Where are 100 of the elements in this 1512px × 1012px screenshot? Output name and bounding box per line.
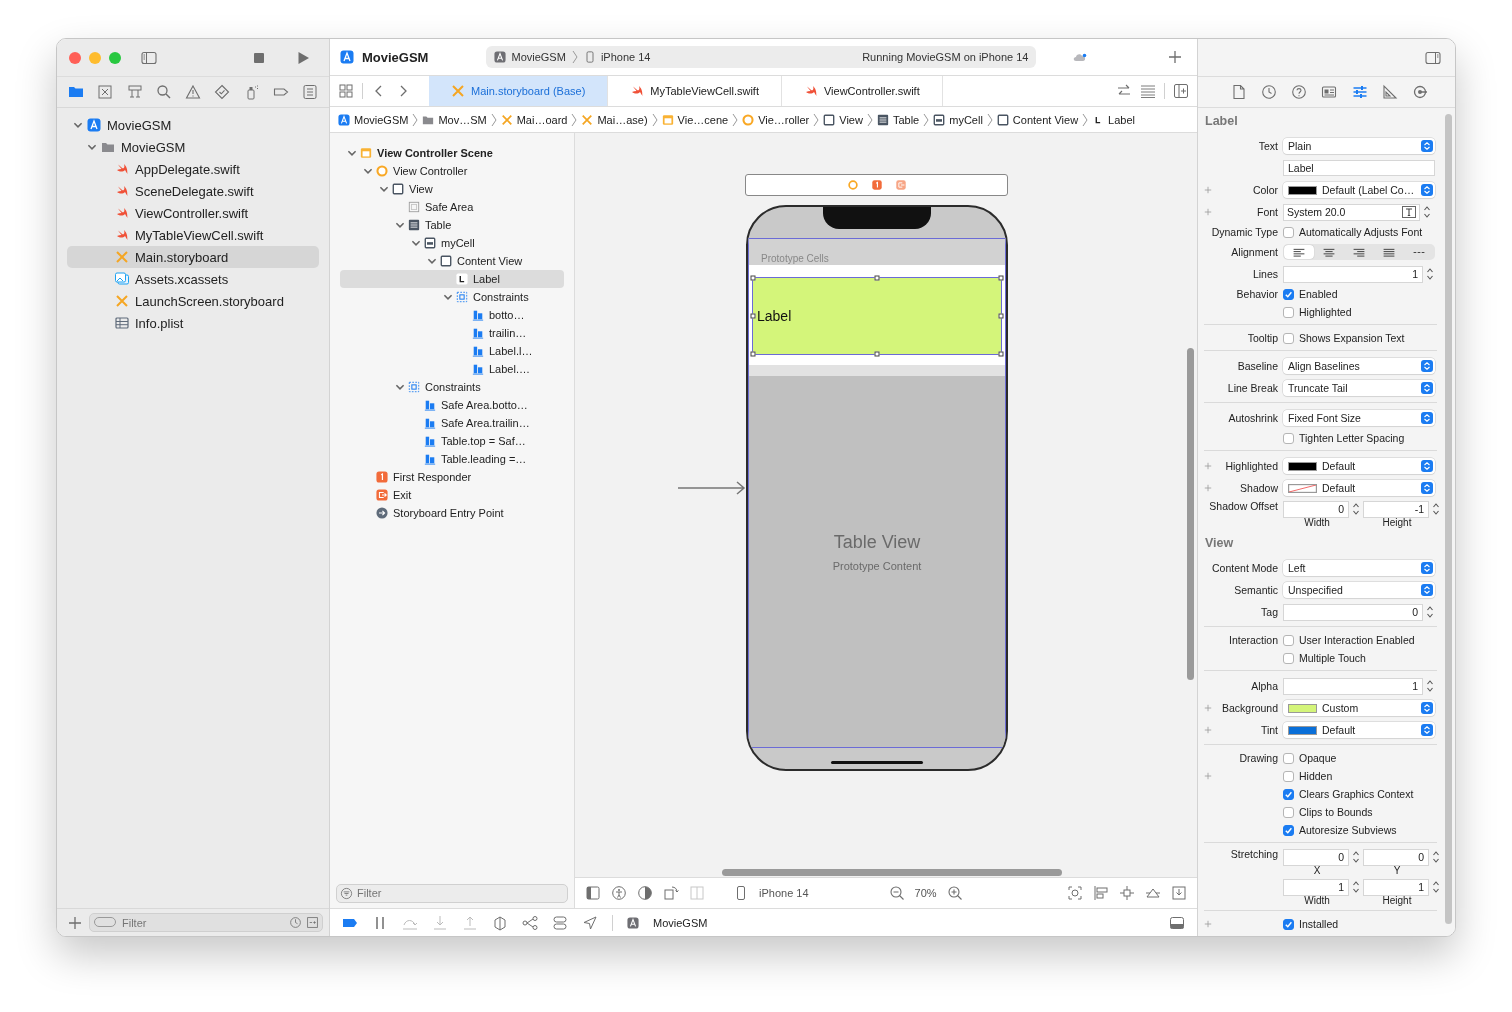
zoom-out-icon[interactable]	[888, 885, 905, 901]
scrollbar[interactable]	[722, 869, 1062, 876]
environment-icon[interactable]	[552, 914, 568, 931]
accessibility-icon[interactable]	[611, 885, 627, 901]
file-tree-item[interactable]: MyTableViewCell.swift	[67, 224, 319, 246]
outline-item[interactable]: Safe Area.botto…	[340, 396, 564, 414]
filter-field[interactable]: Filter	[336, 883, 568, 903]
destination-selector[interactable]: iPhone 14	[583, 51, 651, 63]
add-icon[interactable]	[1167, 49, 1183, 65]
file-tree-item[interactable]: LaunchScreen.storyboard	[67, 290, 319, 312]
device-name[interactable]: iPhone 14	[759, 887, 809, 899]
checkbox[interactable]: Enabled	[1283, 288, 1338, 300]
number-field[interactable]: 0	[1283, 848, 1349, 866]
popup-button[interactable]: Plain	[1283, 138, 1435, 154]
resize-handle[interactable]	[750, 351, 756, 357]
add-icon[interactable]	[67, 914, 83, 931]
number-field[interactable]: 1	[1363, 878, 1429, 896]
resize-handle[interactable]	[998, 313, 1004, 319]
resize-handle[interactable]	[750, 313, 756, 319]
resize-handle[interactable]	[750, 275, 756, 281]
popup-button[interactable]: Default (Label Co…	[1283, 182, 1435, 198]
outline-item[interactable]: First Responder	[340, 468, 564, 486]
editor-tab[interactable]: ViewController.swift	[781, 76, 943, 106]
number-field[interactable]: 0	[1283, 500, 1349, 518]
outline-item[interactable]: Table	[340, 216, 564, 234]
zoom-in-icon[interactable]	[946, 885, 963, 901]
memory-graph-icon[interactable]	[492, 914, 508, 931]
sidebar-toggle-icon[interactable]	[141, 49, 157, 66]
number-field[interactable]: -1	[1363, 500, 1429, 518]
path-item[interactable]: Mai…oard	[500, 113, 568, 126]
checkbox[interactable]: Highlighted	[1283, 306, 1352, 318]
outline-item[interactable]: Content View	[340, 252, 564, 270]
path-item[interactable]: Vie…roller	[742, 113, 810, 126]
editor-tab[interactable]: Main.storyboard (Base)	[429, 76, 609, 106]
text-field[interactable]: Label	[1283, 160, 1435, 176]
popup-button[interactable]: Default	[1283, 480, 1435, 496]
responder-icon[interactable]	[870, 179, 883, 191]
path-item[interactable]: View	[823, 113, 863, 126]
checkbox[interactable]: Clips to Bounds	[1283, 806, 1373, 818]
view-hierarchy-icon[interactable]	[522, 914, 538, 931]
checkbox[interactable]: Autoresize Subviews	[1283, 824, 1397, 836]
outline-item[interactable]: myCell	[340, 234, 564, 252]
outline-item[interactable]: Constraints	[340, 288, 564, 306]
path-item[interactable]: Content View	[996, 113, 1079, 126]
outline-item[interactable]: Table.leading =…	[340, 450, 564, 468]
popup-button[interactable]: Align Baselines	[1283, 358, 1435, 374]
resize-handle[interactable]	[874, 275, 880, 281]
font-picker-icon[interactable]	[1402, 206, 1416, 218]
checkbox[interactable]: Automatically Adjusts Font	[1283, 226, 1423, 238]
console-icon[interactable]	[1169, 914, 1185, 931]
file-tree-item[interactable]: SceneDelegate.swift	[67, 180, 319, 202]
resize-handle[interactable]	[998, 351, 1004, 357]
scrollbar[interactable]	[1187, 348, 1194, 680]
checkbox[interactable]: Tighten Letter Spacing	[1283, 432, 1405, 444]
file-tree-item[interactable]: Main.storyboard	[67, 246, 319, 268]
number-field[interactable]: 1	[1283, 265, 1423, 283]
font-field[interactable]: System 20.0	[1283, 203, 1420, 221]
update-frames-icon[interactable]	[1067, 885, 1083, 901]
outline-item[interactable]: Table.top = Saf…	[340, 432, 564, 450]
alignment-segment[interactable]	[1284, 245, 1314, 259]
checkbox[interactable]: Multiple Touch	[1283, 652, 1366, 664]
outline-item[interactable]: View Controller	[340, 162, 564, 180]
file-tree-item[interactable]: AppDelegate.swift	[67, 158, 319, 180]
path-item[interactable]: Mov…SM	[422, 113, 487, 126]
outline-item[interactable]: Storyboard Entry Point	[340, 504, 564, 522]
outline-item[interactable]: View Controller Scene	[340, 144, 564, 162]
number-field[interactable]: 1	[1283, 677, 1423, 695]
diff-icon[interactable]	[306, 916, 319, 929]
outline-item[interactable]: Constraints	[340, 378, 564, 396]
appearance-icon[interactable]	[637, 885, 653, 901]
file-tree-item[interactable]: Assets.xcassets	[67, 268, 319, 290]
checkbox[interactable]: Clears Graphics Context	[1283, 788, 1414, 800]
number-field[interactable]: 0	[1283, 603, 1423, 621]
checkbox[interactable]: Opaque	[1283, 752, 1337, 764]
file-tree-item[interactable]: Info.plist	[67, 312, 319, 334]
close-button[interactable]	[69, 51, 81, 64]
popup-button[interactable]: Fixed Font Size	[1283, 410, 1435, 426]
outline-item[interactable]: Safe Area.trailin…	[340, 414, 564, 432]
resize-handle[interactable]	[998, 275, 1004, 281]
table-view[interactable]: Prototype Cells Label Table View Prototype Content	[748, 238, 1006, 748]
outline-item[interactable]: botto…	[340, 306, 564, 324]
checkbox[interactable]: Shows Expansion Text	[1283, 332, 1405, 344]
path-item[interactable]: myCell	[933, 113, 983, 126]
outline-item[interactable]: Safe Area	[340, 198, 564, 216]
pin-icon[interactable]	[1119, 885, 1135, 901]
table-cell[interactable]: Label	[749, 265, 1005, 365]
popup-button[interactable]: Unspecified	[1283, 582, 1435, 598]
number-field[interactable]: 0	[1363, 848, 1429, 866]
popup-button[interactable]: Truncate Tail	[1283, 380, 1435, 396]
filter-field[interactable]: Filter	[89, 913, 323, 932]
outline-item[interactable]: Label.l…	[340, 342, 564, 360]
popup-button[interactable]: Custom	[1283, 700, 1435, 716]
popup-button[interactable]: Default	[1283, 458, 1435, 474]
path-item[interactable]: Vie…cene	[661, 113, 729, 126]
checkbox[interactable]: Hidden	[1283, 770, 1333, 782]
rotate-icon[interactable]	[663, 885, 679, 901]
path-item[interactable]: Mai…ase)	[581, 113, 648, 126]
path-item[interactable]: MovieGSM	[338, 113, 409, 126]
file-tree-item[interactable]: MovieGSM	[67, 114, 319, 136]
scrollbar[interactable]	[1445, 114, 1452, 924]
